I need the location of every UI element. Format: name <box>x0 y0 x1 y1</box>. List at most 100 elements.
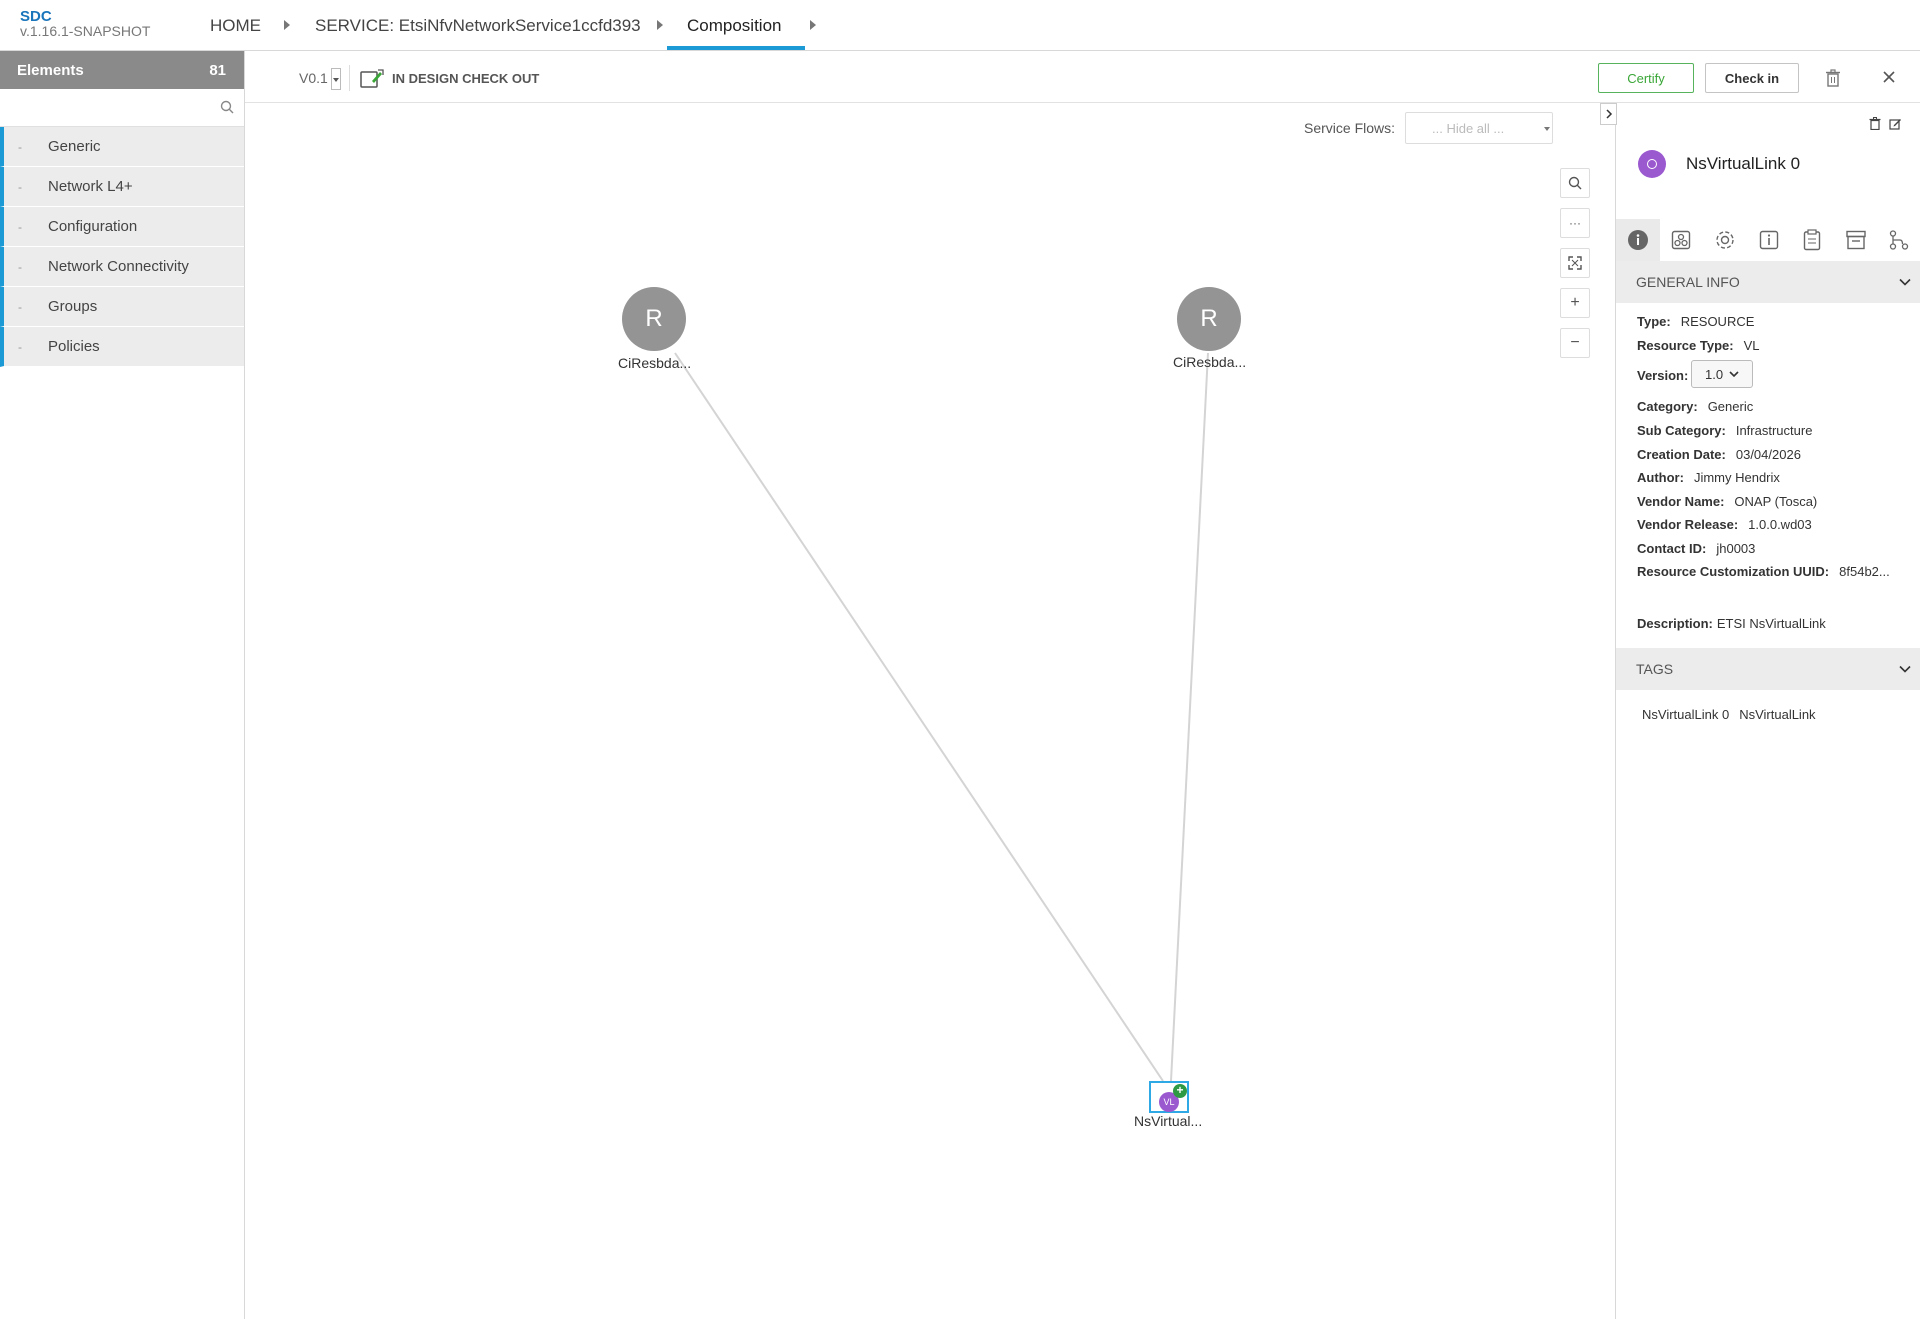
app-logo[interactable]: SDC v.1.16.1-SNAPSHOT <box>20 9 150 39</box>
category-network-connectivity[interactable]: - Network Connectivity <box>0 247 244 287</box>
tab-requirements[interactable] <box>1790 219 1834 261</box>
category-policies[interactable]: - Policies <box>0 327 244 367</box>
add-icon[interactable]: + <box>1173 1084 1187 1098</box>
artifacts-icon <box>1672 230 1691 250</box>
info-version-label: Version: <box>1637 368 1689 383</box>
virtual-link-node[interactable]: VL + <box>1149 1081 1189 1113</box>
expand-icon <box>1568 256 1582 270</box>
elements-title: Elements <box>17 61 84 79</box>
chevron-right-icon <box>1605 109 1612 119</box>
search-icon[interactable] <box>220 100 234 114</box>
app-version: v.1.16.1-SNAPSHOT <box>20 23 151 39</box>
resource-node[interactable]: R <box>1177 287 1241 351</box>
version-value: 1.0 <box>1705 366 1724 382</box>
chevron-down-icon <box>1899 665 1911 673</box>
composition-canvas[interactable]: Service Flows: ... Hide all ... ··· + − … <box>245 103 1615 1319</box>
tags-section-header[interactable]: TAGS <box>1616 648 1920 690</box>
info-category: Category: Generic <box>1637 399 1754 414</box>
chevron-down-icon <box>1899 278 1911 286</box>
top-bar: SDC v.1.16.1-SNAPSHOT HOME SERVICE: Etsi… <box>0 0 1920 51</box>
collapse-dash-icon: - <box>18 339 22 354</box>
tag: NsVirtualLink 0 <box>1642 707 1730 722</box>
archive-icon <box>1845 230 1866 250</box>
collapse-dash-icon: - <box>18 179 22 194</box>
category-generic[interactable]: - Generic <box>0 127 244 167</box>
info-customization-uuid: Resource Customization UUID: 8f54b2... <box>1637 564 1890 579</box>
info-vendor-name: Vendor Name: ONAP (Tosca) <box>1637 494 1818 509</box>
delete-icon[interactable] <box>1869 117 1881 130</box>
virtual-link-node-label[interactable]: NsVirtual... <box>1134 1113 1202 1129</box>
chevron-down-icon <box>1729 370 1739 377</box>
tab-relations[interactable] <box>1877 219 1920 261</box>
edit-icon[interactable] <box>1889 117 1902 130</box>
app-name: SDC <box>20 8 52 25</box>
info-vendor-release: Vendor Release: 1.0.0.wd03 <box>1637 517 1812 532</box>
check-in-button[interactable]: Check in <box>1705 63 1799 93</box>
breadcrumb-home[interactable]: HOME <box>210 16 261 36</box>
certify-button[interactable]: Certify <box>1598 63 1694 93</box>
info-creation-date: Creation Date: 03/04/2026 <box>1637 447 1801 462</box>
tags-list: NsVirtualLink 0 NsVirtualLink <box>1642 707 1816 722</box>
workspace-toolbar: V0.1 IN DESIGN CHECK OUT Certify Check i… <box>245 51 1920 103</box>
category-configuration[interactable]: - Configuration <box>0 207 244 247</box>
active-tab-indicator <box>667 46 805 50</box>
clipboard-icon <box>1803 229 1821 251</box>
collapse-dash-icon: - <box>18 139 22 154</box>
checkout-status-icon <box>360 69 384 89</box>
tab-information-artifacts[interactable] <box>1747 219 1791 261</box>
info-type: Type: RESOURCE <box>1637 314 1755 329</box>
relation-link[interactable] <box>674 352 1164 1082</box>
general-info-section-header[interactable]: GENERAL INFO <box>1616 261 1920 303</box>
category-label: Generic <box>48 138 101 155</box>
close-icon[interactable] <box>1882 70 1896 84</box>
resource-node-label[interactable]: CiResbda... <box>1173 354 1246 370</box>
service-flows-select[interactable]: ... Hide all ... <box>1405 112 1553 144</box>
version-dropdown[interactable]: 1.0 <box>1691 360 1753 388</box>
info-sub-category: Sub Category: Infrastructure <box>1637 423 1813 438</box>
category-network-l4[interactable]: - Network L4+ <box>0 167 244 207</box>
version-dropdown-icon[interactable] <box>331 68 341 90</box>
component-name: NsVirtualLink 0 <box>1686 154 1801 173</box>
info-icon <box>1627 230 1648 250</box>
breadcrumb-composition[interactable]: Composition <box>687 16 782 36</box>
component-avatar <box>1638 150 1666 178</box>
breadcrumb-arrow-icon[interactable] <box>810 20 816 30</box>
toolbar-divider <box>349 65 350 91</box>
elements-header: Elements 81 <box>0 51 244 89</box>
collapse-dash-icon: - <box>18 259 22 274</box>
relation-link[interactable] <box>1170 352 1209 1082</box>
info-description: Description: ETSI NsVirtualLink <box>1637 616 1826 631</box>
delete-icon[interactable] <box>1825 69 1841 87</box>
breadcrumb-arrow-icon[interactable] <box>284 20 290 30</box>
info-square-icon <box>1759 230 1778 250</box>
elements-search-input[interactable] <box>0 89 210 125</box>
canvas-links <box>674 352 1209 1082</box>
more-options-button[interactable]: ··· <box>1560 208 1590 238</box>
search-icon <box>1568 176 1582 190</box>
tab-general-info[interactable] <box>1616 219 1660 261</box>
resource-node[interactable]: R <box>622 287 686 351</box>
details-tabs <box>1616 219 1920 261</box>
zoom-out-button[interactable]: − <box>1560 328 1590 358</box>
zoom-in-button[interactable]: + <box>1560 288 1590 318</box>
canvas-search-button[interactable] <box>1560 168 1590 198</box>
breadcrumb-arrow-icon[interactable] <box>657 20 663 30</box>
collapse-dash-icon: - <box>18 219 22 234</box>
gear-icon <box>1716 231 1734 249</box>
info-contact-id: Contact ID: jh0003 <box>1637 541 1756 556</box>
tab-api-artifacts[interactable] <box>1834 219 1878 261</box>
info-author: Author: Jimmy Hendrix <box>1637 470 1780 485</box>
resource-node-label[interactable]: CiResbda... <box>618 355 691 371</box>
breadcrumb-service[interactable]: SERVICE: EtsiNfvNetworkService1ccfd393 <box>315 16 641 36</box>
version-select[interactable]: V0.1 <box>299 70 328 86</box>
tab-deployment-artifacts[interactable] <box>1660 219 1704 261</box>
category-label: Groups <box>48 298 98 315</box>
collapse-panel-button[interactable] <box>1600 103 1617 125</box>
category-label: Policies <box>48 338 100 355</box>
category-label: Network L4+ <box>48 178 133 195</box>
elements-count: 81 <box>209 61 226 79</box>
service-flows-label: Service Flows: <box>1304 120 1396 136</box>
fit-to-screen-button[interactable] <box>1560 248 1590 278</box>
tab-properties[interactable] <box>1703 219 1747 261</box>
category-groups[interactable]: - Groups <box>0 287 244 327</box>
